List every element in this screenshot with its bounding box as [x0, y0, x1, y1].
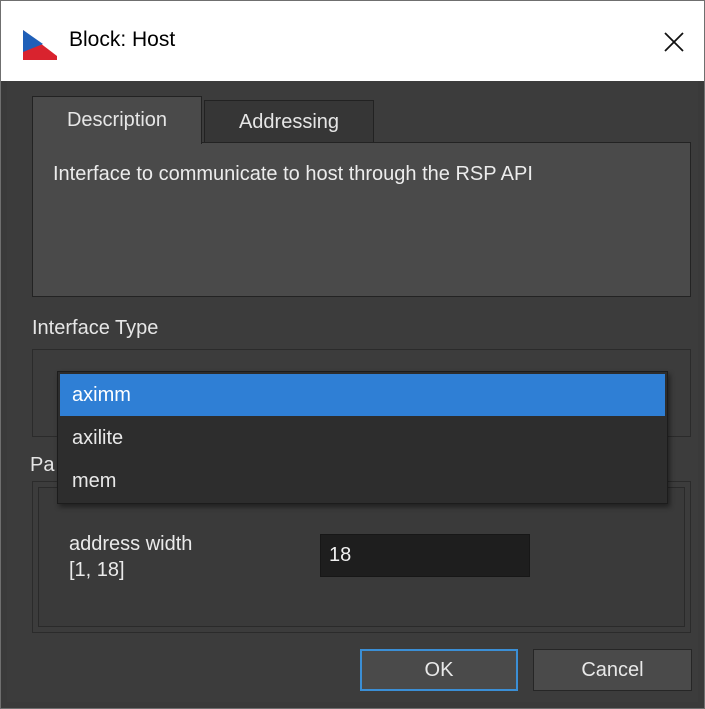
- parameters-label: Pa: [30, 454, 55, 476]
- dropdown-option-mem[interactable]: mem: [60, 460, 665, 502]
- interface-type-dropdown[interactable]: aximm axilite mem: [57, 371, 668, 504]
- dropdown-option-axilite[interactable]: axilite: [60, 417, 665, 459]
- ok-button[interactable]: OK: [360, 649, 518, 691]
- close-icon: [664, 32, 684, 52]
- description-text: Interface to communicate to host through…: [53, 163, 533, 185]
- app-logo-icon: [23, 26, 57, 60]
- address-width-label: address width [1, 18]: [69, 531, 192, 583]
- tab-label: Addressing: [238, 111, 340, 133]
- cancel-button[interactable]: Cancel: [533, 649, 692, 691]
- dropdown-option-aximm[interactable]: aximm: [60, 374, 665, 416]
- tab-addressing[interactable]: Addressing: [204, 100, 374, 144]
- close-button[interactable]: [651, 19, 697, 65]
- dialog-window: Block: Host Addressing Description Inter…: [0, 0, 705, 709]
- address-width-label-text: address width: [69, 533, 193, 555]
- tab-label: Description: [66, 109, 168, 131]
- address-width-field[interactable]: [320, 534, 530, 577]
- interface-type-label: Interface Type: [32, 317, 159, 339]
- title-bar: Block: Host: [1, 1, 704, 81]
- description-pane: Interface to communicate to host through…: [32, 142, 691, 297]
- address-width-range: [1, 18]: [69, 559, 125, 581]
- tab-description[interactable]: Description: [32, 96, 202, 144]
- window-title: Block: Host: [69, 28, 176, 51]
